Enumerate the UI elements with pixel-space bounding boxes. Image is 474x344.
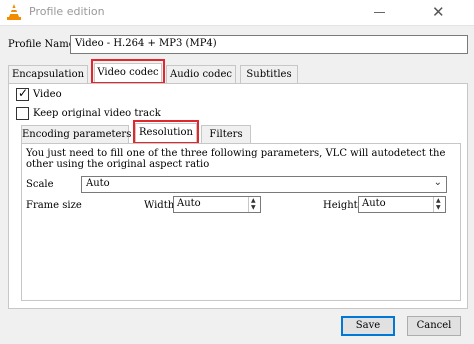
height-spin-buttons[interactable]: ▲ ▼ (433, 197, 445, 212)
width-value: Auto (177, 198, 201, 209)
spin-down-icon[interactable]: ▼ (436, 205, 441, 211)
scale-label: Scale (26, 179, 54, 190)
height-label: Height (323, 200, 358, 211)
tab-subtitles[interactable]: Subtitles (240, 65, 298, 84)
resolution-hint-line1: You just need to fill one of the three f… (26, 148, 446, 159)
keep-original-label: Keep original video track (33, 108, 161, 119)
height-value: Auto (362, 198, 386, 209)
window-title: Profile edition (29, 5, 105, 18)
resolution-hint-line2: other using the original aspect ratio (26, 159, 210, 170)
minimize-icon (374, 12, 385, 13)
subtab-resolution-highlight (133, 120, 199, 144)
video-checkbox[interactable]: ✓ (16, 86, 29, 101)
tab-audio-codec[interactable]: Audio codec (166, 65, 236, 84)
width-label: Width (144, 200, 175, 211)
width-spinbox[interactable]: Auto ▲ ▼ (173, 196, 261, 213)
video-codec-panel: ✓ Video Keep original video track Encodi… (8, 83, 468, 309)
video-checkbox-label: Video (33, 89, 62, 100)
subtab-encoding-parameters[interactable]: Encoding parameters (21, 125, 131, 144)
close-icon: ✕ (432, 3, 445, 21)
frame-size-label: Frame size (26, 200, 82, 211)
close-button[interactable]: ✕ (420, 0, 460, 26)
profile-name-input[interactable]: Video - H.264 + MP3 (MP4) (70, 35, 468, 54)
spin-down-icon[interactable]: ▼ (251, 205, 256, 211)
scale-select[interactable]: Auto ⌄ (81, 176, 447, 193)
save-button[interactable]: Save (341, 316, 395, 336)
subtab-filters[interactable]: Filters (201, 125, 251, 144)
title-bar: Profile edition ✕ (0, 0, 474, 26)
scale-value: Auto (86, 178, 110, 189)
profile-name-label: Profile Name (8, 39, 75, 50)
checkmark-icon: ✓ (18, 86, 29, 100)
width-spin-buttons[interactable]: ▲ ▼ (248, 197, 260, 212)
cancel-button[interactable]: Cancel (407, 316, 461, 336)
minimize-button[interactable] (360, 0, 400, 26)
chevron-down-icon: ⌄ (433, 177, 442, 188)
keep-original-checkbox[interactable] (16, 107, 29, 120)
tab-encapsulation[interactable]: Encapsulation (8, 65, 88, 84)
height-spinbox[interactable]: Auto ▲ ▼ (358, 196, 446, 213)
tab-video-codec-highlight (91, 59, 165, 84)
resolution-panel: You just need to fill one of the three f… (21, 143, 461, 301)
vlc-cone-icon (7, 4, 21, 20)
